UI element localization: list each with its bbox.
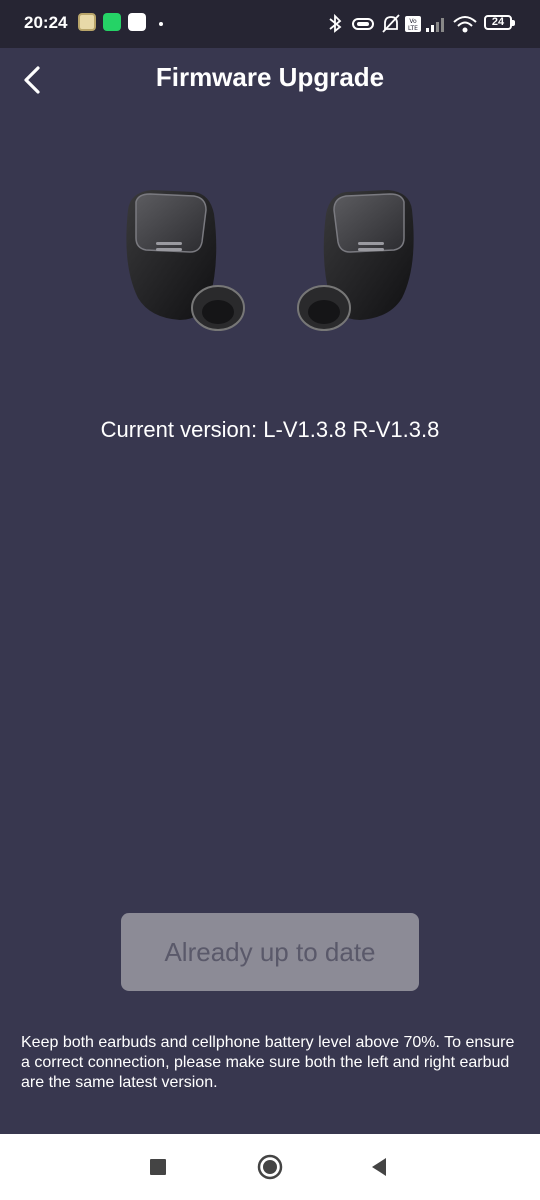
earbuds-image [126,190,414,331]
status-bar: 20:24 Vo LTE 24 [0,0,540,48]
current-version-text: Current version: L-V1.3.8 R-V1.3.8 [100,417,440,442]
home-circle-icon[interactable] [256,1153,284,1181]
svg-text:Vo: Vo [409,18,417,25]
navigation-bar [0,1134,540,1200]
whatsapp-icon [103,13,121,31]
volte-icon: Vo LTE [405,16,421,32]
already-up-to-date-button[interactable]: Already up to date [121,913,419,991]
recents-square-icon[interactable] [144,1153,172,1181]
status-time: 20:24 [24,13,68,32]
vibrate-icon [352,18,374,30]
wifi-icon [453,16,477,33]
more-notifications-icon [159,22,163,26]
app-bar: Firmware Upgrade [0,48,540,112]
app-notification-icon [128,13,146,31]
back-triangle-icon[interactable] [366,1153,394,1181]
app-notification-icon [78,13,96,31]
signal-icon [426,18,444,32]
right-earbud [297,190,414,331]
left-earbud [126,190,245,331]
svg-text:LTE: LTE [408,25,418,32]
bluetooth-icon [329,13,342,33]
battery-icon: 24 [484,15,515,30]
upgrade-note: Keep both earbuds and cellphone battery … [21,1034,515,1091]
mute-icon [382,14,400,33]
page-title: Firmware Upgrade [155,62,385,92]
